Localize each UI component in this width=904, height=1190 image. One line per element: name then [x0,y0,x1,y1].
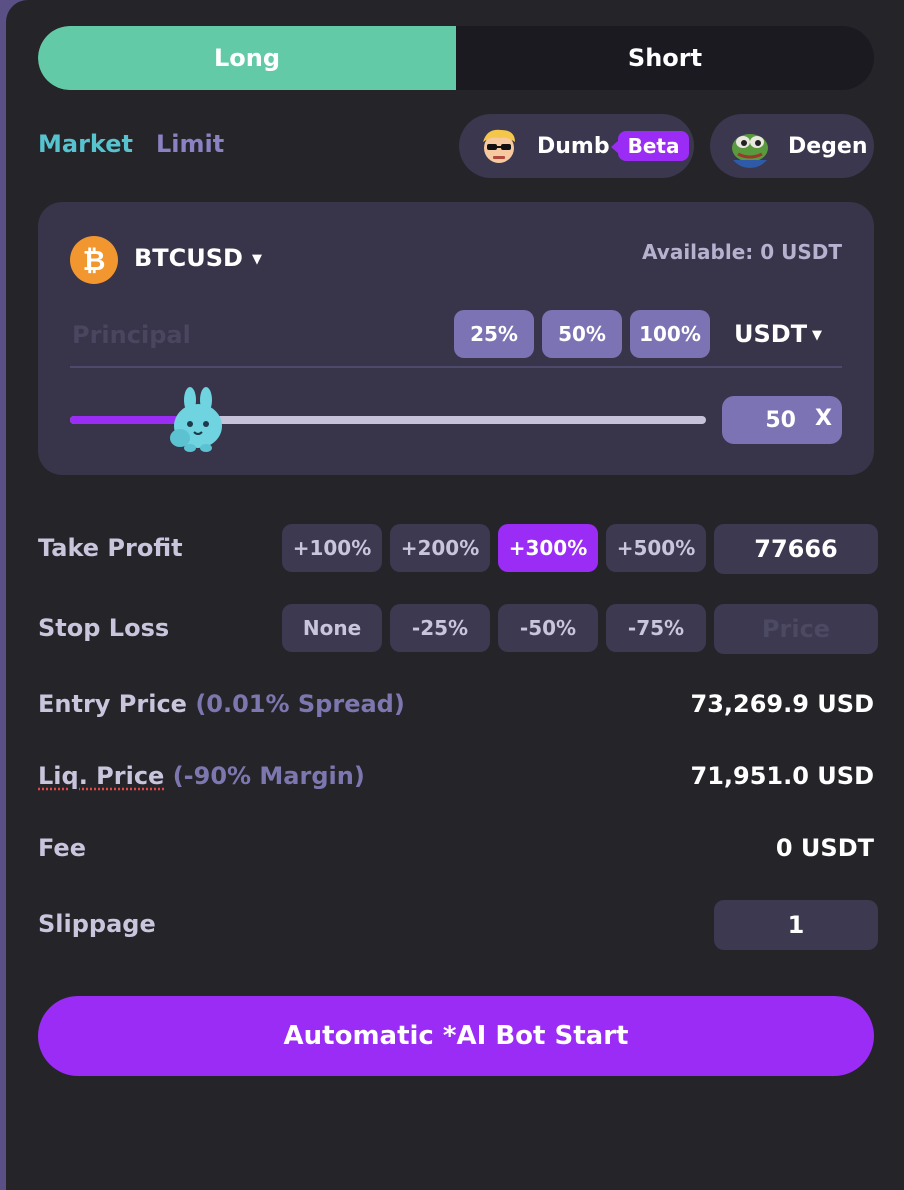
tp-option-100[interactable]: +100% [282,524,382,572]
sl-option-25[interactable]: -25% [390,604,490,652]
long-tab[interactable]: Long [38,26,456,90]
trader-avatar-icon [477,124,521,168]
short-tab[interactable]: Short [456,26,874,90]
pepe-frog-icon [728,124,772,168]
market-tab[interactable]: Market [38,130,133,158]
tp-option-200[interactable]: +200% [390,524,490,572]
dumb-mode-button[interactable]: Dumb Beta [459,114,694,178]
order-card: ₿ BTCUSD ▼ Available: 0 USDT 25% 50% 100… [38,202,874,475]
pct-50-button[interactable]: 50% [542,310,622,358]
slippage-label: Slippage [38,910,156,938]
available-balance: Available: 0 USDT [642,240,842,264]
dumb-mode-label: Dumb [537,133,610,159]
entry-price-value: 73,269.9 USD [690,690,874,718]
tp-option-500[interactable]: +500% [606,524,706,572]
fee-value: 0 USDT [775,834,874,862]
sl-option-50[interactable]: -50% [498,604,598,652]
sl-option-none[interactable]: None [282,604,382,652]
leverage-input[interactable]: 50 X [722,396,842,444]
entry-price-label: Entry Price (0.01% Spread) [38,690,405,718]
principal-input[interactable] [70,314,414,356]
currency-selector[interactable]: USDT [734,320,807,348]
divider [70,366,842,368]
slippage-input[interactable] [714,900,878,950]
beta-badge: Beta [610,131,690,161]
pair-selector[interactable]: BTCUSD [134,244,243,272]
ai-bot-start-button[interactable]: Automatic *AI Bot Start [38,996,874,1076]
margin-note: (-90% Margin) [172,762,365,790]
degen-mode-label: Degen [788,133,868,159]
leverage-value: 50 [765,408,796,433]
stop-loss-price-input[interactable] [714,604,878,654]
caret-down-icon[interactable]: ▼ [252,252,262,267]
bunny-slider-handle-icon[interactable] [166,386,232,454]
trade-panel: Long Short Market Limit Dumb Beta Degen … [6,0,904,1190]
side-toggle: Long Short [38,26,874,90]
entry-price-title: Entry Price [38,690,187,718]
stop-loss-label: Stop Loss [38,614,170,642]
pct-25-button[interactable]: 25% [454,310,534,358]
fee-label: Fee [38,834,86,862]
bitcoin-icon: ₿ [70,236,118,284]
liq-price-title: Liq. Price [38,762,165,790]
take-profit-input[interactable] [714,524,878,574]
take-profit-label: Take Profit [38,534,183,562]
pct-100-button[interactable]: 100% [630,310,710,358]
tp-option-300[interactable]: +300% [498,524,598,572]
spread-note: (0.01% Spread) [195,690,405,718]
caret-down-icon[interactable]: ▼ [812,328,822,343]
leverage-suffix: X [815,406,832,431]
liq-price-value: 71,951.0 USD [690,762,874,790]
degen-mode-button[interactable]: Degen [710,114,874,178]
sl-option-75[interactable]: -75% [606,604,706,652]
liq-price-label: Liq. Price (-90% Margin) [38,762,365,790]
limit-tab[interactable]: Limit [156,130,224,158]
